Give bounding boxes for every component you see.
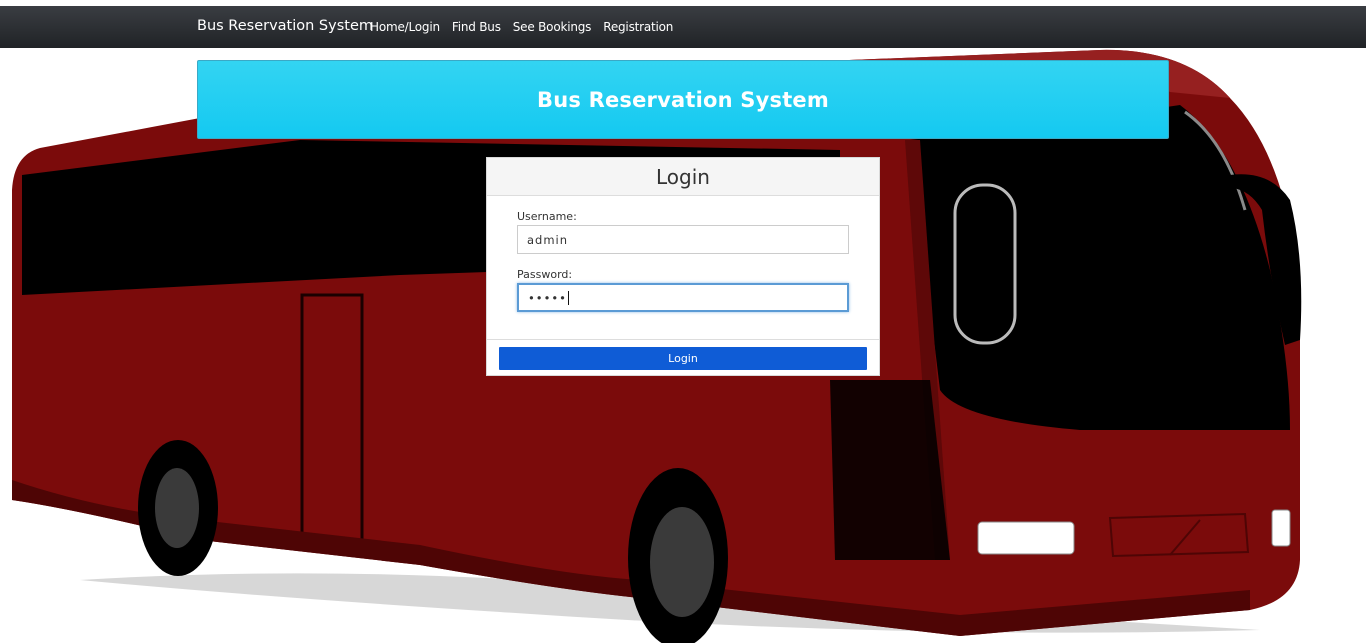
username-value: admin [527,232,569,247]
username-group: Username: admin [517,210,849,254]
login-panel-footer: Login [487,339,879,375]
password-label: Password: [517,268,573,281]
username-label: Username: [517,210,577,223]
login-button[interactable]: Login [499,347,867,370]
password-group: Password: ••••• [517,268,849,312]
login-panel-header: Login [487,158,879,196]
banner-title: Bus Reservation System [537,87,829,112]
password-input[interactable]: ••••• [517,283,849,312]
nav-registration[interactable]: Registration [603,20,673,34]
navbar-brand[interactable]: Bus Reservation System [197,18,373,34]
title-banner: Bus Reservation System [197,60,1169,139]
nav-see-bookings[interactable]: See Bookings [513,20,592,34]
top-navbar: Bus Reservation System Home/Login Find B… [0,6,1366,48]
username-input[interactable]: admin [517,225,849,254]
nav-find-bus[interactable]: Find Bus [452,20,501,34]
password-mask: ••••• [528,290,567,305]
nav-links: Home/Login Find Bus See Bookings Registr… [370,20,673,34]
nav-home-login[interactable]: Home/Login [370,20,440,34]
login-panel: Login Username: admin Password: ••••• Lo… [486,157,880,376]
login-form: Username: admin Password: ••••• [487,196,879,339]
text-caret [567,290,569,305]
login-title: Login [656,164,710,189]
password-masked-value: ••••• [528,285,838,310]
